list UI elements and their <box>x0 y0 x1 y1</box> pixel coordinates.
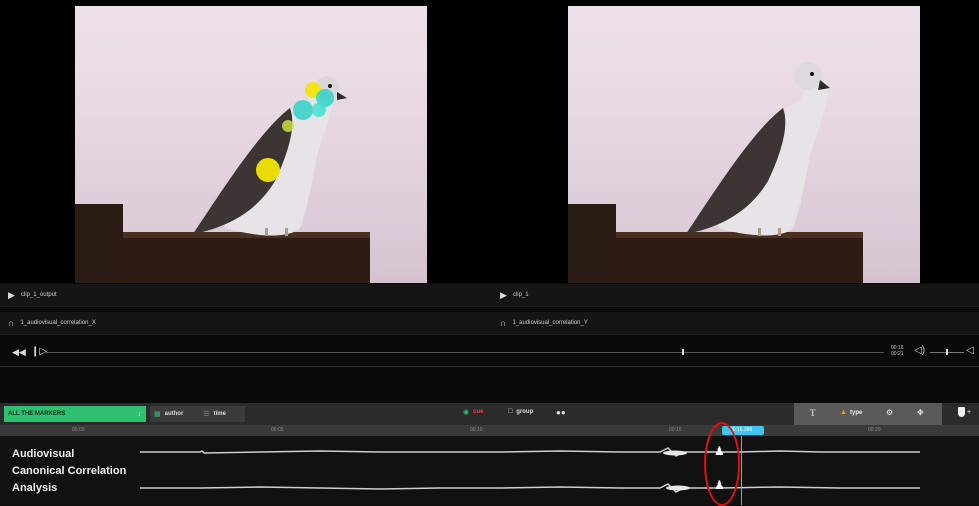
add-marker-button[interactable]: + <box>958 407 971 417</box>
ruler-tick: 00:05 <box>271 427 284 433</box>
list-icon: ☰ <box>203 411 210 418</box>
seek-bar[interactable] <box>44 352 884 353</box>
video-left-frame <box>75 6 427 283</box>
video-track-name: clip_1 <box>512 292 529 298</box>
rewind-icon[interactable]: ◀◀ <box>12 347 26 358</box>
group-button[interactable]: □ group <box>508 408 533 415</box>
time-label: time <box>213 411 226 417</box>
timeline-tracks: Audiovisual Canonical Correlation Analys… <box>0 422 979 506</box>
ruler-tick: 00:00 <box>72 427 85 433</box>
gear-icon[interactable]: ⚙ <box>886 408 893 417</box>
dove-image <box>568 62 863 283</box>
timeline-ruler[interactable]: 00:00 00:05 00:10 00:15 00:20 00:16.280 <box>0 425 979 436</box>
type-label[interactable]: type <box>850 410 862 416</box>
group-icon: □ <box>508 408 513 415</box>
type-warning-icon: ▲ <box>840 409 847 416</box>
video-icon: ▶ <box>8 289 15 300</box>
video-right-frame <box>568 6 920 283</box>
audio-track-left[interactable]: ∩ 1_audiovisual_correlation_X <box>8 312 488 334</box>
markers-toolbar: ALL THE MARKERS ↓ ▦ author ☰ time ◉ cue … <box>0 403 979 425</box>
move-icon[interactable]: ✥ <box>917 408 924 417</box>
group-label: group <box>516 408 534 415</box>
ruler-tick: 00:15 <box>669 427 682 433</box>
playhead-line[interactable] <box>741 436 742 505</box>
annotation-highlight <box>704 422 740 506</box>
seek-position-marker[interactable] <box>682 349 685 355</box>
text-tool-icon[interactable]: T <box>810 408 816 418</box>
headphones-icon: ∩ <box>500 317 507 328</box>
grid-icon: ▦ <box>154 411 161 418</box>
author-label: author <box>164 411 184 417</box>
track-title-line: Analysis <box>12 482 58 494</box>
volume-knob[interactable] <box>946 349 948 355</box>
audio-track-name: 1_audiovisual_correlation_Y <box>512 320 588 326</box>
video-right-pane[interactable] <box>490 0 979 283</box>
track-title-line: Audiovisual <box>12 448 75 460</box>
video-track-name: clip_1_output <box>20 292 57 298</box>
video-left-pane[interactable] <box>0 0 490 283</box>
track-title-line: Canonical Correlation <box>12 465 127 477</box>
ruler-tick: 00:20 <box>868 427 881 433</box>
dropdown-arrow-icon: ↓ <box>137 410 142 418</box>
audio-waveforms <box>140 447 920 493</box>
video-icon: ▶ <box>500 289 507 300</box>
author-button[interactable]: ▦ author ☰ time <box>150 406 245 422</box>
time-readout: 00:16 00:21 <box>891 345 904 357</box>
ruler-tick: 00:10 <box>470 427 483 433</box>
headphones-icon: ∩ <box>8 317 15 328</box>
audio-track-right[interactable]: ∩ 1_audiovisual_correlation_Y <box>500 312 979 334</box>
track-title: Audiovisual Canonical Correlation Analys… <box>12 446 126 497</box>
player-controls: ◀◀ ❙▷ 00:16 00:21 ◁) ◁ <box>0 340 979 367</box>
cue-button[interactable]: ◉ cue <box>463 408 483 416</box>
audio-track-row: ∩ 1_audiovisual_correlation_X ∩ 1_audiov… <box>0 312 979 335</box>
add-label: + <box>967 408 972 416</box>
markers-select-label: ALL THE MARKERS <box>8 411 66 417</box>
video-track-left[interactable]: ▶ clip_1_output <box>8 284 488 306</box>
markers-select[interactable]: ALL THE MARKERS ↓ <box>4 406 146 422</box>
speaker-icon[interactable]: ◁) <box>914 345 925 356</box>
right-tools: T ▲ type ⚙ ✥ <box>794 403 942 425</box>
video-track-right[interactable]: ▶ clip_1 <box>500 284 979 306</box>
dove-with-heatmap-image <box>75 76 370 283</box>
binoculars-icon[interactable]: ●● <box>556 408 566 417</box>
cue-label: cue <box>473 409 484 415</box>
video-track-row: ▶ clip_1_output ▶ clip_1 <box>0 284 979 307</box>
speaker-icon[interactable]: ◁ <box>966 345 974 356</box>
total-time: 00:21 <box>891 351 904 357</box>
eye-icon: ◉ <box>463 409 470 416</box>
marker-icon <box>958 407 965 417</box>
audio-track-name: 1_audiovisual_correlation_X <box>20 320 96 326</box>
